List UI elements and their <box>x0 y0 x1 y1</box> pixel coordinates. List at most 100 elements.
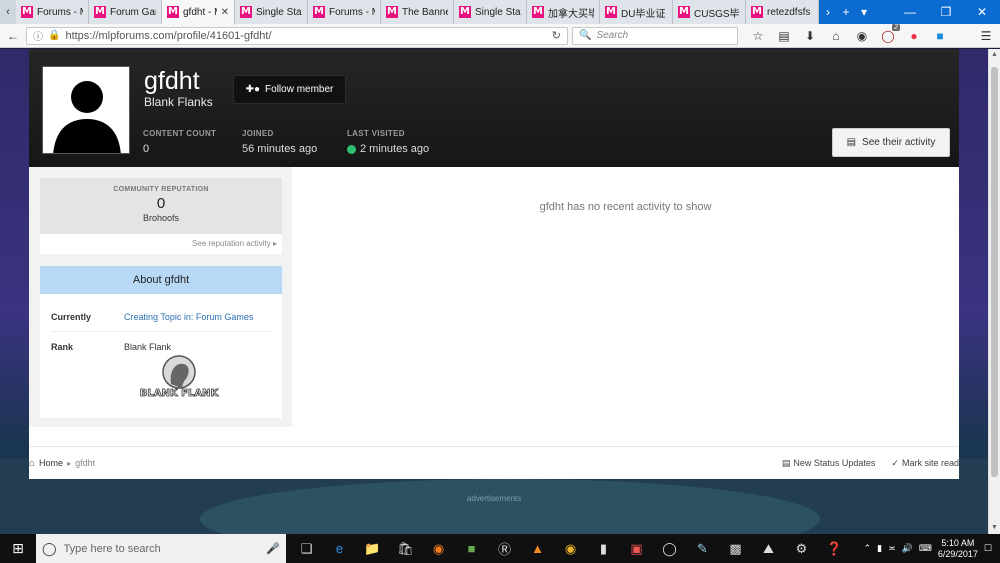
mark-site-read-link[interactable]: ✓ Mark site read <box>891 458 959 469</box>
info-icon[interactable]: ⓘ <box>33 28 43 43</box>
browser-tab[interactable]: M Forums - M <box>16 0 89 24</box>
avatar[interactable] <box>42 66 130 154</box>
browser-tab[interactable]: M 加拿大买毕 <box>527 0 600 24</box>
activity-feed-icon: ▤ <box>846 137 857 148</box>
scroll-down-arrow-icon[interactable]: ▼ <box>989 522 1000 534</box>
rank-value: Blank Flank <box>124 342 172 352</box>
store-icon[interactable]: 🛍 <box>389 534 422 563</box>
home-icon[interactable]: ⌂ <box>826 27 846 45</box>
navigation-toolbar: ← ⓘ 🔒 https://mlpforums.com/profile/4160… <box>0 23 1000 48</box>
firefox-icon[interactable]: ◉ <box>422 534 455 563</box>
about-box: About gfdht Currently Creating Topic in:… <box>40 266 282 418</box>
back-button[interactable]: ← <box>4 27 22 45</box>
windows-start-icon[interactable]: ⊞ <box>0 534 36 563</box>
reputation-activity-link[interactable]: See reputation activity ▸ <box>40 234 282 254</box>
battery-icon[interactable]: ▮ <box>877 543 882 554</box>
color-extension-icon[interactable]: ● <box>904 27 924 45</box>
tab-list-dropdown-button[interactable]: ▾ <box>855 0 873 24</box>
edge-icon[interactable]: e <box>323 534 356 563</box>
bookmark-star-icon[interactable]: ☆ <box>748 27 768 45</box>
chevron-right-icon: ▸ <box>67 458 72 468</box>
currently-link[interactable]: Creating Topic in: Forum Games <box>124 312 253 322</box>
app-dark-icon[interactable]: ▮ <box>587 534 620 563</box>
browser-tab[interactable]: M Forums - M <box>308 0 381 24</box>
microphone-icon[interactable]: 🎤 <box>266 542 280 555</box>
mlp-favicon-icon: M <box>94 6 106 18</box>
search-box[interactable]: 🔍 Search <box>572 26 738 45</box>
app-paint-icon[interactable]: ⚙ <box>785 534 818 563</box>
close-window-button[interactable]: ✕ <box>964 0 1000 24</box>
browser-tab[interactable]: M The Banne <box>381 0 454 24</box>
photos-icon[interactable]: ⛰ <box>752 534 785 563</box>
new-status-updates-link[interactable]: ▤ New Status Updates <box>782 458 876 469</box>
url-bar[interactable]: ⓘ 🔒 https://mlpforums.com/profile/41601-… <box>26 26 568 45</box>
keyboard-icon[interactable]: ⌨ <box>919 543 932 554</box>
rank-badge-text: BLANK FLANK <box>140 388 220 399</box>
lock-icon: 🔒 <box>48 30 61 41</box>
ublock-icon[interactable]: ◯ 2 <box>878 23 900 45</box>
vlc-icon[interactable]: ▲ <box>521 534 554 563</box>
restore-button[interactable]: ❐ <box>928 0 964 24</box>
file-explorer-icon[interactable]: 📁 <box>356 534 389 563</box>
tray-expand-icon[interactable]: ⌃ <box>864 543 872 554</box>
see-activity-button[interactable]: ▤ See their activity <box>832 128 950 157</box>
reputation-value: 0 <box>156 195 166 212</box>
browser-tab[interactable]: M CUSGS毕业 <box>673 0 746 24</box>
close-tab-icon[interactable]: ✕ <box>221 7 229 18</box>
browser-tab[interactable]: M Single Statu <box>235 0 308 24</box>
see-activity-label: See their activity <box>862 137 936 148</box>
scroll-up-arrow-icon[interactable]: ▲ <box>989 49 1000 61</box>
cortana-circle-icon: ◯ <box>42 540 57 556</box>
about-row-currently: Currently Creating Topic in: Forum Games <box>51 294 271 332</box>
breadcrumb-home[interactable]: Home <box>39 458 63 468</box>
home-icon[interactable]: ⌂ <box>29 458 35 469</box>
minimize-button[interactable]: — <box>892 0 928 24</box>
default-avatar-icon <box>43 67 129 153</box>
clock-date: 6/29/2017 <box>937 548 978 559</box>
reading-list-icon[interactable]: ▤ <box>774 27 794 45</box>
skype-extension-icon[interactable]: ■ <box>930 27 950 45</box>
task-view-icon[interactable]: ❏ <box>290 534 323 563</box>
about-title: About gfdht <box>40 266 282 294</box>
minecraft-icon[interactable]: ■ <box>455 534 488 563</box>
blank-flank-rank-badge-icon: BLANK FLANK <box>139 355 220 399</box>
pocket-icon[interactable]: ◉ <box>852 27 872 45</box>
app-gallery-icon[interactable]: ▩ <box>719 534 752 563</box>
app-osb-icon[interactable]: ▣ <box>620 534 653 563</box>
browser-tab[interactable]: M Forum Gan <box>89 0 162 24</box>
taskbar-search-box[interactable]: ◯ Type here to search 🎤 <box>36 534 286 563</box>
chrome-icon[interactable]: ◉ <box>554 534 587 563</box>
reputation-unit: Brohoofs <box>142 213 180 223</box>
browser-tab-label: The Banne <box>402 6 448 18</box>
url-text[interactable]: https://mlpforums.com/profile/41601-gfdh… <box>65 30 546 42</box>
stat-label: JOINED <box>242 129 274 138</box>
footer-actions: ▤ New Status Updates ✓ Mark site read <box>782 458 959 469</box>
app-notes-icon[interactable]: ✎ <box>686 534 719 563</box>
new-tab-button[interactable]: + <box>837 0 855 24</box>
tab-scroll-left-button[interactable]: ‹ <box>0 0 16 24</box>
app-globe-icon[interactable]: ◯ <box>653 534 686 563</box>
reload-icon[interactable]: ↻ <box>552 29 561 42</box>
page-footer: ⌂ Home ▸ gfdht ▤ New Status Updates ✓ Ma… <box>29 446 959 479</box>
browser-tab[interactable]: Mretezdfsfs <box>746 0 819 24</box>
browser-tab[interactable]: Mgfdht - M ✕ <box>162 0 235 24</box>
download-icon[interactable]: ⬇ <box>800 27 820 45</box>
last-visited-value: 2 minutes ago <box>360 143 430 155</box>
volume-icon[interactable]: 🔊 <box>902 543 913 554</box>
notifications-icon[interactable]: ☐ <box>984 543 992 554</box>
feed-icon: ▤ <box>781 457 791 468</box>
clock[interactable]: 5:10 AM 6/29/2017 <box>938 538 978 560</box>
mlp-favicon-icon: M <box>751 6 763 18</box>
web-page: advertisements gfdht Blank Flanks ✚● Fol… <box>0 49 1000 534</box>
network-icon[interactable]: ≍ <box>888 543 896 554</box>
app-r-icon[interactable]: Ⓡ <box>488 534 521 563</box>
browser-tab[interactable]: M DU毕业证 <box>600 0 673 24</box>
menu-icon[interactable]: ☰ <box>976 27 996 45</box>
tab-scroll-right-button[interactable]: › <box>819 0 837 24</box>
taskbar-pinned-apps: ❏ e 📁 🛍 ◉ ■ Ⓡ ▲ ◉ ▮ ▣ ◯ ✎ ▩ ⛰ ⚙ ❓ <box>290 534 851 563</box>
follow-member-button[interactable]: ✚● Follow member <box>233 75 346 104</box>
scrollbar-thumb[interactable] <box>991 67 998 477</box>
browser-tab[interactable]: M Single Statu <box>454 0 527 24</box>
page-scrollbar[interactable]: ▲ ▼ <box>988 49 1000 534</box>
help-icon[interactable]: ❓ <box>818 534 851 563</box>
